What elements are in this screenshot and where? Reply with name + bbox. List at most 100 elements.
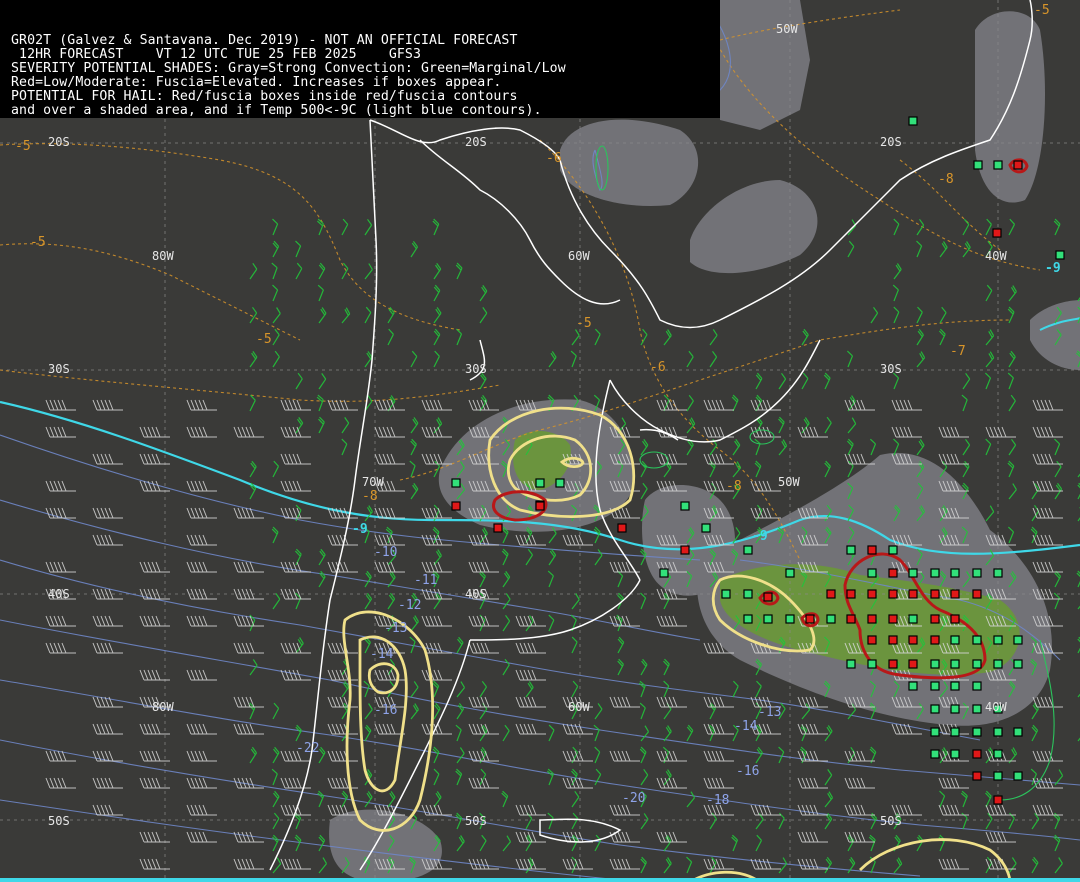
green-box-marker bbox=[950, 568, 960, 578]
red-box-marker bbox=[867, 589, 877, 599]
green-box-marker bbox=[930, 749, 940, 759]
red-box-marker bbox=[908, 589, 918, 599]
svg-text:-7: -7 bbox=[950, 344, 966, 359]
green-box-marker bbox=[950, 681, 960, 691]
svg-text:-5: -5 bbox=[15, 139, 31, 154]
svg-text:80W: 80W bbox=[152, 249, 174, 263]
svg-text:-9: -9 bbox=[352, 522, 368, 537]
svg-text:40W: 40W bbox=[985, 249, 1007, 263]
green-box-marker bbox=[950, 727, 960, 737]
red-box-marker bbox=[888, 614, 898, 624]
green-box-marker bbox=[846, 545, 856, 555]
red-box-marker bbox=[867, 614, 877, 624]
header-hail-line: POTENTIAL FOR HAIL: Red/fuscia boxes ins… bbox=[11, 89, 518, 104]
red-box-marker bbox=[888, 635, 898, 645]
green-box-marker bbox=[993, 160, 1003, 170]
green-box-marker bbox=[972, 727, 982, 737]
svg-text:50S: 50S bbox=[465, 814, 487, 828]
green-box-marker bbox=[930, 659, 940, 669]
green-box-marker bbox=[888, 545, 898, 555]
red-box-marker bbox=[805, 614, 815, 624]
green-box-marker bbox=[785, 614, 795, 624]
svg-text:-14: -14 bbox=[370, 647, 394, 662]
green-box-marker bbox=[908, 116, 918, 126]
red-box-marker bbox=[826, 589, 836, 599]
svg-text:-22: -22 bbox=[296, 741, 319, 756]
red-box-marker bbox=[617, 523, 627, 533]
red-box-marker bbox=[680, 545, 690, 555]
svg-text:-9: -9 bbox=[1045, 261, 1061, 276]
header-forecast-line: 12HR FORECAST VT 12 UTC TUE 25 FEB 2025 … bbox=[11, 47, 422, 62]
red-box-marker bbox=[1013, 160, 1023, 170]
bottom-border bbox=[0, 878, 1080, 882]
red-box-marker bbox=[930, 614, 940, 624]
red-box-marker bbox=[888, 659, 898, 669]
green-box-marker bbox=[972, 568, 982, 578]
green-box-marker bbox=[993, 659, 1003, 669]
green-box-marker bbox=[555, 478, 565, 488]
green-box-marker bbox=[972, 659, 982, 669]
green-box-marker bbox=[908, 681, 918, 691]
green-box-marker bbox=[950, 704, 960, 714]
svg-text:50S: 50S bbox=[880, 814, 902, 828]
red-box-marker bbox=[763, 592, 773, 602]
red-box-marker bbox=[950, 614, 960, 624]
green-box-marker bbox=[908, 614, 918, 624]
forecast-header: GR02T (Galvez & Santavana. Dec 2019) - N… bbox=[0, 0, 720, 118]
svg-text:-9: -9 bbox=[752, 529, 768, 544]
svg-text:-5: -5 bbox=[30, 235, 46, 250]
red-box-marker bbox=[846, 614, 856, 624]
svg-text:20S: 20S bbox=[48, 135, 70, 149]
green-box-marker bbox=[867, 659, 877, 669]
green-box-marker bbox=[972, 681, 982, 691]
green-box-marker bbox=[535, 478, 545, 488]
red-box-marker bbox=[888, 589, 898, 599]
svg-text:30S: 30S bbox=[465, 362, 487, 376]
green-box-marker bbox=[930, 704, 940, 714]
svg-text:40S: 40S bbox=[465, 587, 487, 601]
green-box-marker bbox=[721, 589, 731, 599]
svg-text:-16: -16 bbox=[736, 764, 759, 779]
red-box-marker bbox=[972, 771, 982, 781]
red-box-marker bbox=[930, 635, 940, 645]
svg-text:-6: -6 bbox=[650, 360, 666, 375]
green-box-marker bbox=[785, 568, 795, 578]
green-box-marker bbox=[950, 749, 960, 759]
svg-text:80W: 80W bbox=[152, 700, 174, 714]
green-box-marker bbox=[972, 704, 982, 714]
header-hail-line-2: and over a shaded area, and if Temp 500<… bbox=[11, 103, 542, 118]
red-box-marker bbox=[972, 749, 982, 759]
svg-text:-8: -8 bbox=[938, 172, 954, 187]
red-box-marker bbox=[846, 589, 856, 599]
svg-text:40S: 40S bbox=[48, 587, 70, 601]
green-box-marker bbox=[930, 727, 940, 737]
green-box-marker bbox=[930, 568, 940, 578]
svg-text:-6: -6 bbox=[546, 151, 562, 166]
svg-text:20S: 20S bbox=[880, 135, 902, 149]
green-box-marker bbox=[993, 635, 1003, 645]
red-box-marker bbox=[992, 228, 1002, 238]
svg-text:-8: -8 bbox=[726, 479, 742, 494]
green-box-marker bbox=[993, 749, 1003, 759]
green-box-marker bbox=[1013, 771, 1023, 781]
svg-text:-12: -12 bbox=[398, 598, 421, 613]
green-box-marker bbox=[1055, 250, 1065, 260]
svg-text:-5: -5 bbox=[1034, 3, 1050, 18]
red-box-marker bbox=[493, 523, 503, 533]
svg-text:-5: -5 bbox=[576, 316, 592, 331]
green-box-marker bbox=[993, 771, 1003, 781]
red-box-marker bbox=[867, 545, 877, 555]
green-box-marker bbox=[846, 659, 856, 669]
green-box-marker bbox=[743, 589, 753, 599]
svg-text:-5: -5 bbox=[256, 332, 272, 347]
green-box-marker bbox=[908, 568, 918, 578]
green-box-marker bbox=[930, 681, 940, 691]
svg-text:60W: 60W bbox=[568, 700, 590, 714]
red-box-marker bbox=[535, 501, 545, 511]
green-box-marker bbox=[950, 659, 960, 669]
green-box-marker bbox=[659, 568, 669, 578]
svg-text:-18: -18 bbox=[706, 793, 729, 808]
svg-text:30S: 30S bbox=[880, 362, 902, 376]
header-title-line: GR02T (Galvez & Santavana. Dec 2019) - N… bbox=[11, 33, 518, 48]
green-box-marker bbox=[451, 478, 461, 488]
